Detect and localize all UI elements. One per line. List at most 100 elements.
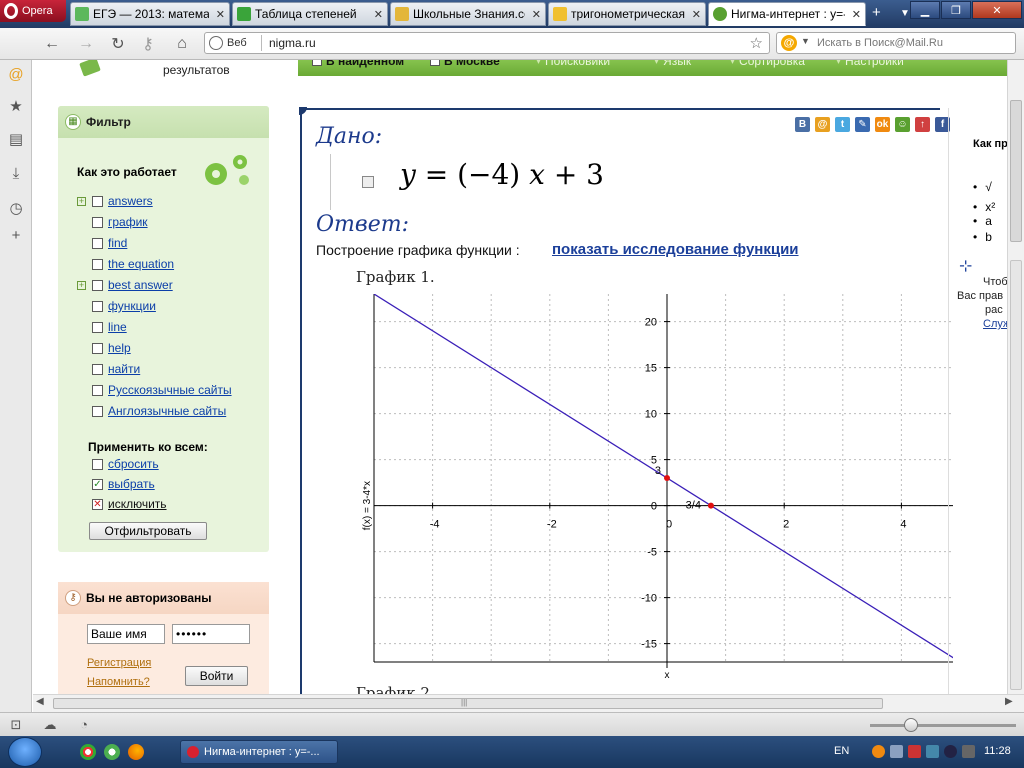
filter-item[interactable]: +find (77, 235, 127, 251)
filter-item-label[interactable]: the equation (108, 257, 174, 271)
vertical-scrollbar[interactable] (1007, 60, 1024, 694)
filter-checkbox[interactable] (92, 258, 103, 270)
window-close-button[interactable]: ✕ (972, 1, 1022, 19)
apply-checkbox[interactable] (92, 458, 103, 470)
apply-option[interactable]: ✓ выбрать (92, 476, 155, 492)
panel-toggle-icon[interactable]: ⊡ (8, 717, 24, 733)
us-flag-icon[interactable] (908, 745, 921, 758)
apply-option-label[interactable]: исключить (108, 497, 167, 511)
friends-icon[interactable]: ☺ (895, 117, 910, 132)
filter-item[interactable]: + best answer (77, 277, 173, 293)
odnoklassniki-icon[interactable]: ok (875, 117, 890, 132)
back-icon[interactable]: ← (42, 34, 62, 54)
scrollbar-track[interactable] (1010, 260, 1022, 690)
scrollbar-thumb[interactable] (53, 698, 883, 709)
apply-option-label[interactable]: сбросить (108, 457, 159, 471)
close-icon[interactable]: ✕ (692, 8, 701, 21)
apply-option-label[interactable]: выбрать (108, 477, 155, 491)
nav-in-found[interactable]: В найденном (312, 60, 404, 68)
bookmark-star-icon[interactable]: ☆ (750, 34, 763, 52)
nav-settings[interactable]: ▾ Настройки (836, 60, 904, 68)
filter-item-label[interactable]: график (108, 215, 148, 229)
apply-option[interactable]: сбросить (92, 456, 159, 472)
filter-checkbox[interactable] (92, 300, 103, 312)
horizontal-scrollbar[interactable]: ◀ ||| ▶ (33, 694, 1024, 712)
filter-checkbox[interactable] (92, 384, 103, 396)
name-field[interactable]: Ваше имя (87, 624, 165, 644)
mailru-icon[interactable]: @ (815, 117, 830, 132)
opera-menu-button[interactable]: Opera (0, 0, 66, 22)
bookmarks-star-icon[interactable]: ★ (8, 99, 24, 115)
right-list-item[interactable]: √ (973, 180, 992, 194)
tray-app-icon[interactable] (872, 745, 885, 758)
nav-search-engines[interactable]: ▾ Поисковики (536, 60, 610, 68)
filter-item-label[interactable]: help (108, 341, 131, 355)
add-panel-icon[interactable]: + (8, 228, 24, 244)
tab-nigma[interactable]: Нигма-интернет : у=-... ✕ (708, 2, 866, 26)
how-it-works-label[interactable]: Как это работает (77, 165, 177, 179)
nav-language[interactable]: ▾ Язык (654, 60, 691, 68)
filter-item-label[interactable]: line (108, 320, 127, 334)
filter-button[interactable]: Отфильтровать (89, 522, 207, 540)
forward-icon[interactable]: → (76, 34, 96, 54)
filter-item-label[interactable]: Русскоязычные сайты (108, 383, 232, 397)
copy-icon[interactable] (362, 176, 374, 188)
firefox-icon[interactable] (128, 744, 144, 760)
close-icon[interactable]: ✕ (852, 8, 861, 21)
function-study-link[interactable]: показать исследование функции (552, 241, 799, 258)
key-icon[interactable]: ⚷ (138, 34, 158, 54)
close-icon[interactable]: ✕ (216, 8, 225, 21)
filter-item-label[interactable]: Англоязычные сайты (108, 404, 226, 418)
filter-item[interactable]: +help (77, 340, 131, 356)
filter-item[interactable]: +найти (77, 361, 140, 377)
minimize-button[interactable]: ▁ (910, 1, 940, 19)
expand-icon[interactable]: + (77, 196, 86, 206)
home-icon[interactable]: ⌂ (172, 34, 192, 54)
search-input[interactable]: @ ▼ Искать в Поиск@Mail.Ru (776, 32, 1016, 54)
checkbox[interactable] (312, 60, 322, 66)
filter-checkbox[interactable] (92, 342, 103, 354)
close-icon[interactable]: ✕ (532, 8, 541, 21)
notes-icon[interactable]: ▤ (8, 132, 24, 148)
filter-item[interactable]: +line (77, 319, 127, 335)
url-text[interactable]: nigma.ru (269, 36, 316, 50)
apply-option[interactable]: ✕ исключить (92, 496, 167, 512)
right-list-item[interactable]: b (973, 230, 992, 244)
scroll-left-icon[interactable]: ◀ (36, 696, 44, 707)
volume-icon[interactable] (890, 745, 903, 758)
filter-checkbox[interactable] (92, 321, 103, 333)
close-icon[interactable]: ✕ (374, 8, 383, 21)
history-clock-icon[interactable]: ◷ (8, 201, 24, 217)
filter-item[interactable]: +график (77, 214, 148, 230)
zoom-slider-track[interactable] (870, 724, 1016, 727)
maximize-button[interactable]: ❐ (941, 1, 971, 19)
tab-trigonometric[interactable]: тригонометрическая... ✕ (548, 2, 706, 26)
apply-checkbox[interactable]: ✓ (92, 478, 103, 490)
register-link[interactable]: Регистрация (87, 657, 151, 669)
tab-ege[interactable]: ЕГЭ — 2013: матема... ✕ (70, 2, 230, 26)
filter-checkbox[interactable] (92, 216, 103, 228)
filter-item[interactable]: +Англоязычные сайты (77, 403, 226, 419)
filter-item[interactable]: +the equation (77, 256, 174, 272)
right-list-item[interactable]: x² (973, 200, 995, 214)
expand-icon[interactable]: + (77, 280, 86, 290)
icq-icon[interactable] (104, 744, 120, 760)
tray-misc-icon[interactable] (962, 745, 975, 758)
twitter-icon[interactable]: t (835, 117, 850, 132)
speed-dial-icon[interactable]: ◔ (76, 717, 92, 733)
language-indicator[interactable]: EN (834, 745, 849, 757)
filter-item[interactable]: + answers (77, 193, 153, 209)
filter-item[interactable]: +Русскоязычные сайты (77, 382, 232, 398)
cloud-icon[interactable]: ☁ (42, 717, 58, 733)
scrollbar-thumb[interactable] (1010, 100, 1022, 242)
network-icon[interactable] (926, 745, 939, 758)
login-button[interactable]: Войти (185, 666, 248, 686)
right-list-item[interactable]: a (973, 214, 992, 228)
filter-item[interactable]: +функции (77, 298, 156, 314)
nav-in-moscow[interactable]: В Москве (430, 60, 500, 68)
filter-checkbox[interactable] (92, 279, 103, 291)
livejournal-icon[interactable]: ✎ (855, 117, 870, 132)
filter-checkbox[interactable] (92, 237, 103, 249)
start-button[interactable] (8, 737, 42, 767)
mail-icon[interactable]: @ (8, 67, 24, 83)
